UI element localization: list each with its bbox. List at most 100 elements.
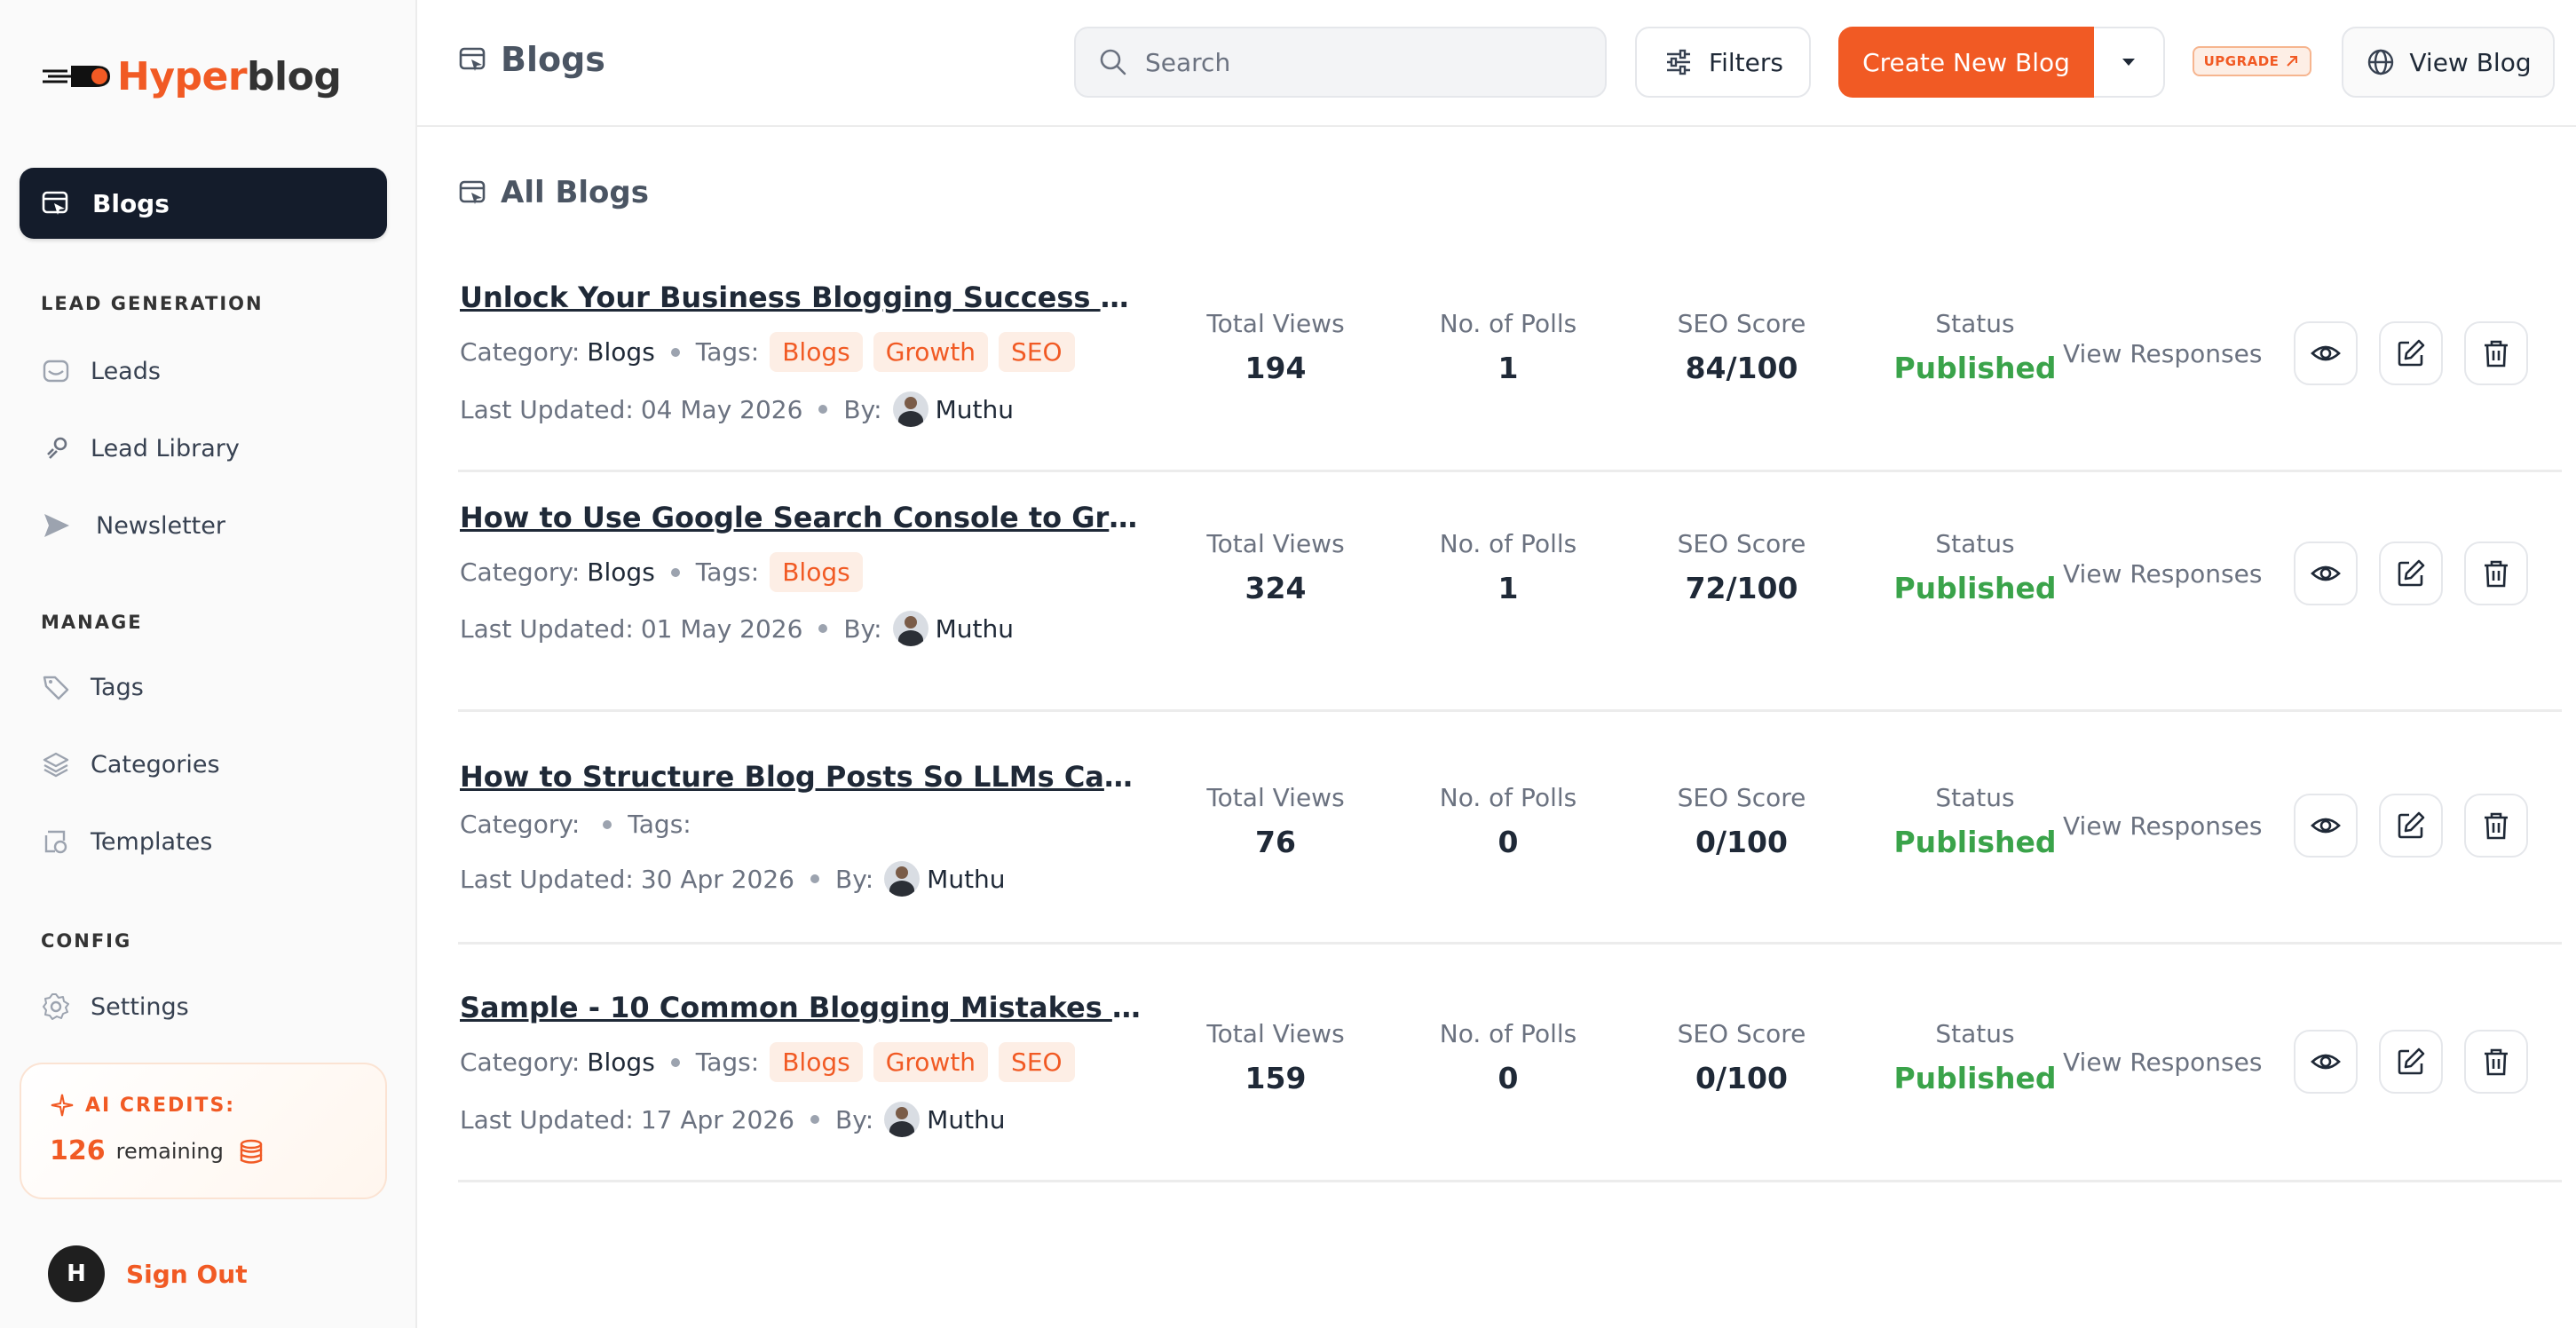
view-responses-link[interactable]: View Responses: [2063, 1047, 2262, 1077]
last-updated-value: 17 Apr 2026: [640, 1104, 794, 1134]
sidebar-item-templates[interactable]: Templates: [41, 819, 212, 864]
delete-button[interactable]: [2464, 1030, 2528, 1094]
view-responses-link[interactable]: View Responses: [2063, 559, 2262, 589]
separator-dot: [670, 1057, 680, 1067]
trash-icon: [2485, 560, 2508, 588]
last-updated-label: Last Updated:: [460, 864, 634, 894]
caret-down-icon: [2122, 59, 2135, 66]
polls-stat: No. of Polls 0: [1410, 1019, 1606, 1095]
upgrade-badge[interactable]: UPGRADE: [2193, 46, 2311, 76]
separator-dot: [810, 874, 819, 883]
polls-stat: No. of Polls 1: [1410, 309, 1606, 385]
send-icon: [44, 514, 69, 537]
preview-button[interactable]: [2294, 541, 2358, 605]
category-value: Blogs: [587, 337, 655, 367]
rocket-logo-icon: [43, 66, 110, 87]
edit-button[interactable]: [2379, 794, 2443, 858]
search-box[interactable]: [1074, 27, 1607, 98]
sidebar-item-label: Blogs: [92, 188, 170, 218]
delete-button[interactable]: [2464, 541, 2528, 605]
ai-credits-count: 126 remaining: [50, 1135, 266, 1166]
magnet-icon: [47, 437, 67, 459]
top-header: Blogs Filters Create New Blog UPGRADE: [417, 0, 2576, 127]
last-updated-value: 01 May 2026: [640, 613, 803, 644]
author-name: Muthu: [935, 613, 1014, 644]
blog-updated-author: Last Updated: 30 Apr 2026 By: Muthu: [460, 861, 1006, 897]
ai-credits-title: AI CREDITS:: [50, 1093, 235, 1118]
create-new-blog-button[interactable]: Create New Blog: [1838, 27, 2094, 98]
preview-button[interactable]: [2294, 1030, 2358, 1094]
stat-value: 0/100: [1695, 825, 1788, 859]
sign-out-button[interactable]: H Sign Out: [48, 1245, 248, 1302]
view-blog-label: View Blog: [2409, 47, 2532, 77]
eye-icon: [2311, 1054, 2341, 1070]
section-lead-generation: LEAD GENERATION: [41, 293, 264, 314]
by-label: By:: [843, 613, 882, 644]
edit-button[interactable]: [2379, 321, 2443, 385]
stat-label: Status: [1935, 783, 2015, 812]
search-input[interactable]: [1145, 47, 1571, 77]
tags-label: Tags:: [695, 1047, 760, 1077]
status-badge: Published: [1893, 1061, 2057, 1095]
total-views-stat: Total Views 76: [1178, 783, 1373, 859]
sidebar-item-blogs[interactable]: Blogs: [20, 168, 387, 239]
category-label: Category:: [460, 1047, 581, 1077]
blog-updated-author: Last Updated: 04 May 2026 By: Muthu: [460, 391, 1014, 427]
tag-badge: SEO: [999, 1042, 1075, 1082]
blog-category-tags: Category: Tags:: [460, 810, 691, 839]
blog-category-tags: Category: Blogs Tags: Blogs: [460, 552, 863, 592]
tags-label: Tags:: [628, 810, 691, 839]
stat-label: Status: [1935, 1019, 2015, 1048]
filters-button[interactable]: Filters: [1635, 27, 1811, 98]
edit-button[interactable]: [2379, 1030, 2443, 1094]
blog-row: Unlock Your Business Blogging Success wi…: [458, 254, 2562, 472]
author-avatar: [892, 391, 928, 427]
view-blog-button[interactable]: View Blog: [2342, 27, 2555, 98]
section-manage: MANAGE: [41, 612, 143, 633]
sidebar-item-leads[interactable]: Leads: [41, 349, 161, 393]
view-responses-link[interactable]: View Responses: [2063, 339, 2262, 368]
sidebar-item-tags[interactable]: Tags: [41, 665, 144, 709]
delete-button[interactable]: [2464, 321, 2528, 385]
upgrade-label: UPGRADE: [2203, 53, 2280, 69]
all-blogs-title: All Blogs: [501, 175, 649, 210]
by-label: By:: [843, 394, 882, 424]
blog-title-link[interactable]: Unlock Your Business Blogging Success wi…: [460, 281, 1152, 314]
status-stat: Status Published: [1877, 309, 2073, 385]
search-icon: [1100, 49, 1126, 75]
sidebar-item-newsletter[interactable]: Newsletter: [41, 503, 225, 548]
edit-button[interactable]: [2379, 541, 2443, 605]
sidebar-item-settings[interactable]: Settings: [41, 984, 189, 1029]
status-stat: Status Published: [1877, 1019, 2073, 1095]
stat-value: 72/100: [1685, 571, 1798, 605]
brand-logo[interactable]: Hyperblog: [41, 51, 342, 101]
stat-label: Status: [1935, 309, 2015, 338]
preview-button[interactable]: [2294, 321, 2358, 385]
blog-title-link[interactable]: How to Structure Blog Posts So LLMs Can…: [460, 760, 1152, 794]
blog-row: Sample - 10 Common Blogging Mistakes Tha…: [458, 945, 2562, 1182]
by-label: By:: [834, 864, 874, 894]
all-blogs-heading: All Blogs: [458, 175, 649, 210]
separator-dot: [603, 819, 612, 829]
stat-label: SEO Score: [1677, 309, 1806, 338]
stat-label: Status: [1935, 529, 2015, 558]
category-label: Category:: [460, 337, 581, 367]
blog-title-link[interactable]: Sample - 10 Common Blogging Mistakes Tha…: [460, 991, 1152, 1024]
create-options-dropdown[interactable]: [2094, 27, 2165, 98]
stat-label: Total Views: [1206, 1019, 1345, 1048]
delete-button[interactable]: [2464, 794, 2528, 858]
view-responses-link[interactable]: View Responses: [2063, 811, 2262, 841]
status-badge: Published: [1893, 351, 2057, 385]
stat-label: Total Views: [1206, 309, 1345, 338]
sidebar-item-lead-library[interactable]: Lead Library: [41, 426, 240, 470]
sidebar-item-categories[interactable]: Categories: [41, 742, 220, 787]
section-config: CONFIG: [41, 930, 132, 952]
stat-value: 0: [1497, 825, 1519, 859]
last-updated-value: 04 May 2026: [640, 394, 803, 424]
author-avatar: [884, 861, 921, 897]
blog-title-link[interactable]: How to Use Google Search Console to Grow…: [460, 501, 1152, 534]
seo-score-stat: SEO Score 0/100: [1644, 783, 1839, 859]
stat-value: 84/100: [1685, 351, 1798, 385]
preview-button[interactable]: [2294, 794, 2358, 858]
author-name: Muthu: [935, 394, 1014, 424]
